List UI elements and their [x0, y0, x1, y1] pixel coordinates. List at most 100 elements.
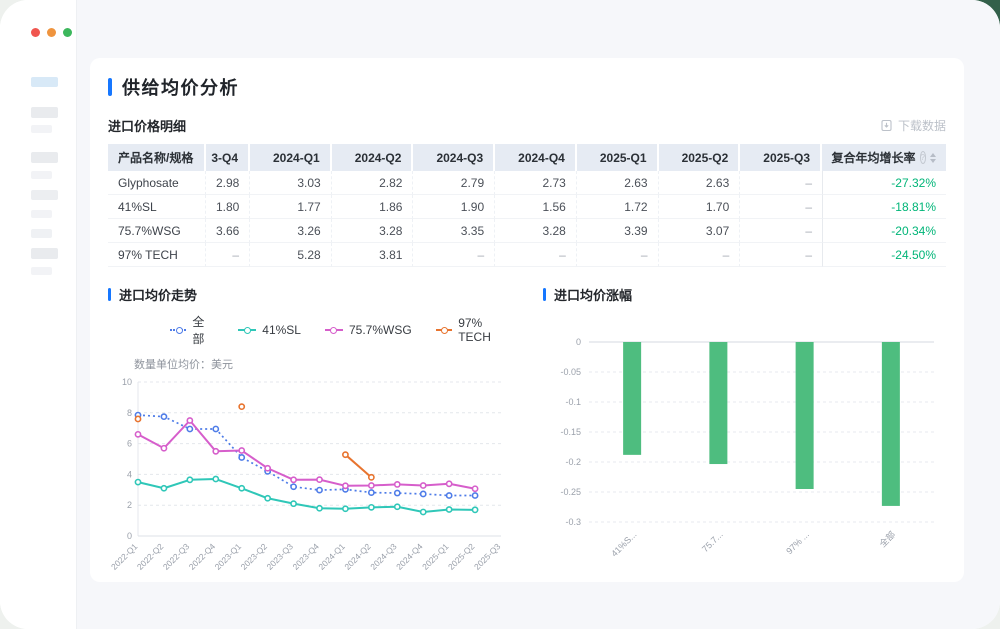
download-icon	[880, 119, 893, 132]
chart-title-accent	[543, 288, 546, 301]
info-circle-icon[interactable]	[920, 151, 926, 164]
legend-marker	[170, 329, 186, 331]
price-cell: 1.70	[659, 195, 741, 219]
cagr-cell: -27.32%	[822, 171, 946, 195]
cagr-cell: -18.81%	[822, 195, 946, 219]
header-cell-quarter: 2024-Q1	[250, 144, 332, 171]
header-cell-quarter: 2024-Q2	[332, 144, 414, 171]
price-cell: 3.03	[250, 171, 332, 195]
svg-text:2023-Q2: 2023-Q2	[239, 541, 270, 572]
svg-text:6: 6	[127, 439, 132, 449]
price-cell: 3.28	[332, 219, 414, 243]
header-cell-quarter: 2024-Q4	[495, 144, 577, 171]
price-cell: 3.35	[413, 219, 495, 243]
page-title-accent	[108, 78, 112, 96]
product-name-cell: Glyphosate	[108, 171, 206, 195]
price-cell: –	[740, 195, 822, 219]
svg-text:-0.3: -0.3	[565, 517, 581, 527]
header-cell-quarter: 2024-Q3	[413, 144, 495, 171]
table-row: Glyphosate 2.98 3.03 2.82 2.79 2.73 2.63…	[108, 171, 946, 195]
price-cell: 3.26	[250, 219, 332, 243]
header-cell-cagr[interactable]: 复合年均增长率	[822, 144, 946, 171]
main-area: 供给均价分析 进口价格明细 下载数据	[77, 0, 1000, 629]
svg-text:-0.15: -0.15	[560, 427, 581, 437]
table-header-row: 产品名称/规格 3-Q4 2024-Q1 2024-Q2 2024-Q3 202…	[108, 144, 946, 171]
sidebar-skeleton-bar	[31, 152, 58, 163]
import-price-table-section: 进口价格明细 下载数据 产品名称/	[108, 116, 946, 267]
svg-text:2022-Q4: 2022-Q4	[187, 541, 218, 572]
svg-text:2022-Q3: 2022-Q3	[161, 541, 192, 572]
price-cell: 2.63	[577, 171, 659, 195]
legend-label: 75.7%WSG	[349, 323, 412, 337]
price-cell: –	[740, 219, 822, 243]
price-cell: 1.90	[413, 195, 495, 219]
header-cell-quarter: 2025-Q3	[740, 144, 822, 171]
svg-text:41%S...: 41%S...	[609, 529, 638, 558]
price-cell: 2.79	[413, 171, 495, 195]
svg-text:10: 10	[122, 377, 132, 387]
table-row: 75.7%WSG 3.66 3.26 3.28 3.35 3.28 3.39 3…	[108, 219, 946, 243]
svg-text:-0.25: -0.25	[560, 487, 581, 497]
trend-chart-panel: 进口均价走势 全部 41%SL 75.7%WSG	[108, 285, 513, 597]
sidebar-skeleton-bar	[31, 248, 58, 259]
table-row: 97% TECH – 5.28 3.81 – – – – – -24.50%	[108, 243, 946, 267]
legend-label: 97% TECH	[458, 316, 513, 344]
price-cell: 3.39	[577, 219, 659, 243]
page-title: 供给均价分析	[122, 74, 239, 100]
cagr-cell: -24.50%	[822, 243, 946, 267]
sort-carets-icon[interactable]	[930, 153, 936, 163]
sidebar	[0, 0, 77, 629]
price-cell: 1.77	[250, 195, 332, 219]
legend-item-all[interactable]: 全部	[170, 313, 214, 347]
price-cell: 2.63	[659, 171, 741, 195]
price-cell: 1.72	[577, 195, 659, 219]
legend-item-97tech[interactable]: 97% TECH	[436, 313, 513, 347]
content-card: 供给均价分析 进口价格明细 下载数据	[90, 58, 964, 582]
trend-chart-canvas: 02468102022-Q12022-Q22022-Q32022-Q42023-…	[108, 374, 513, 597]
legend-item-757wsg[interactable]: 75.7%WSG	[325, 313, 412, 347]
traffic-light-minimize[interactable]	[47, 28, 56, 37]
price-cell: 1.56	[495, 195, 577, 219]
price-cell: –	[740, 243, 822, 267]
trend-legend: 全部 41%SL 75.7%WSG 97% TECH	[170, 313, 513, 347]
svg-text:4: 4	[127, 469, 132, 479]
price-cell: 1.86	[332, 195, 414, 219]
change-chart-canvas: 0-0.05-0.1-0.15-0.2-0.25-0.341%S...75.7.…	[543, 328, 946, 573]
legend-marker	[238, 329, 256, 331]
price-cell: –	[659, 243, 741, 267]
change-chart-title: 进口均价涨幅	[554, 285, 632, 304]
legend-item-41sl[interactable]: 41%SL	[238, 313, 301, 347]
price-cell: –	[206, 243, 250, 267]
svg-text:2: 2	[127, 500, 132, 510]
app-window: 供给均价分析 进口价格明细 下载数据	[0, 0, 1000, 629]
trend-chart-subtitle: 数量单位均价：美元	[134, 356, 513, 372]
page-header: 供给均价分析	[108, 74, 946, 100]
svg-text:2022-Q2: 2022-Q2	[135, 541, 166, 572]
download-data-button[interactable]: 下载数据	[880, 117, 946, 134]
price-cell: 2.98	[206, 171, 250, 195]
cagr-cell: -20.34%	[822, 219, 946, 243]
traffic-light-close[interactable]	[31, 28, 40, 37]
svg-text:-0.2: -0.2	[565, 457, 581, 467]
price-cell: 3.66	[206, 219, 250, 243]
svg-text:2023-Q4: 2023-Q4	[290, 541, 321, 572]
price-cell: 5.28	[250, 243, 332, 267]
price-cell: 3.07	[659, 219, 741, 243]
header-cell-quarter: 2025-Q1	[577, 144, 659, 171]
svg-text:2024-Q2: 2024-Q2	[342, 541, 373, 572]
sidebar-skeleton-bar	[31, 107, 58, 118]
traffic-light-maximize[interactable]	[63, 28, 72, 37]
svg-text:2023-Q3: 2023-Q3	[265, 541, 296, 572]
svg-text:2025-Q1: 2025-Q1	[420, 541, 451, 572]
legend-marker	[436, 329, 453, 331]
price-cell: –	[577, 243, 659, 267]
sidebar-skeleton-bar	[31, 229, 52, 238]
price-cell: 1.80	[206, 195, 250, 219]
header-cell-product: 产品名称/规格	[108, 144, 206, 171]
sidebar-skeleton-bar	[31, 171, 52, 179]
svg-text:75.7...: 75.7...	[700, 529, 725, 554]
table-row: 41%SL 1.80 1.77 1.86 1.90 1.56 1.72 1.70…	[108, 195, 946, 219]
svg-text:8: 8	[127, 408, 132, 418]
svg-text:2022-Q1: 2022-Q1	[109, 541, 140, 572]
change-chart-panel: 进口均价涨幅 0-0.05-0.1-0.15-0.2-0.25-0.341%S.…	[543, 285, 946, 597]
